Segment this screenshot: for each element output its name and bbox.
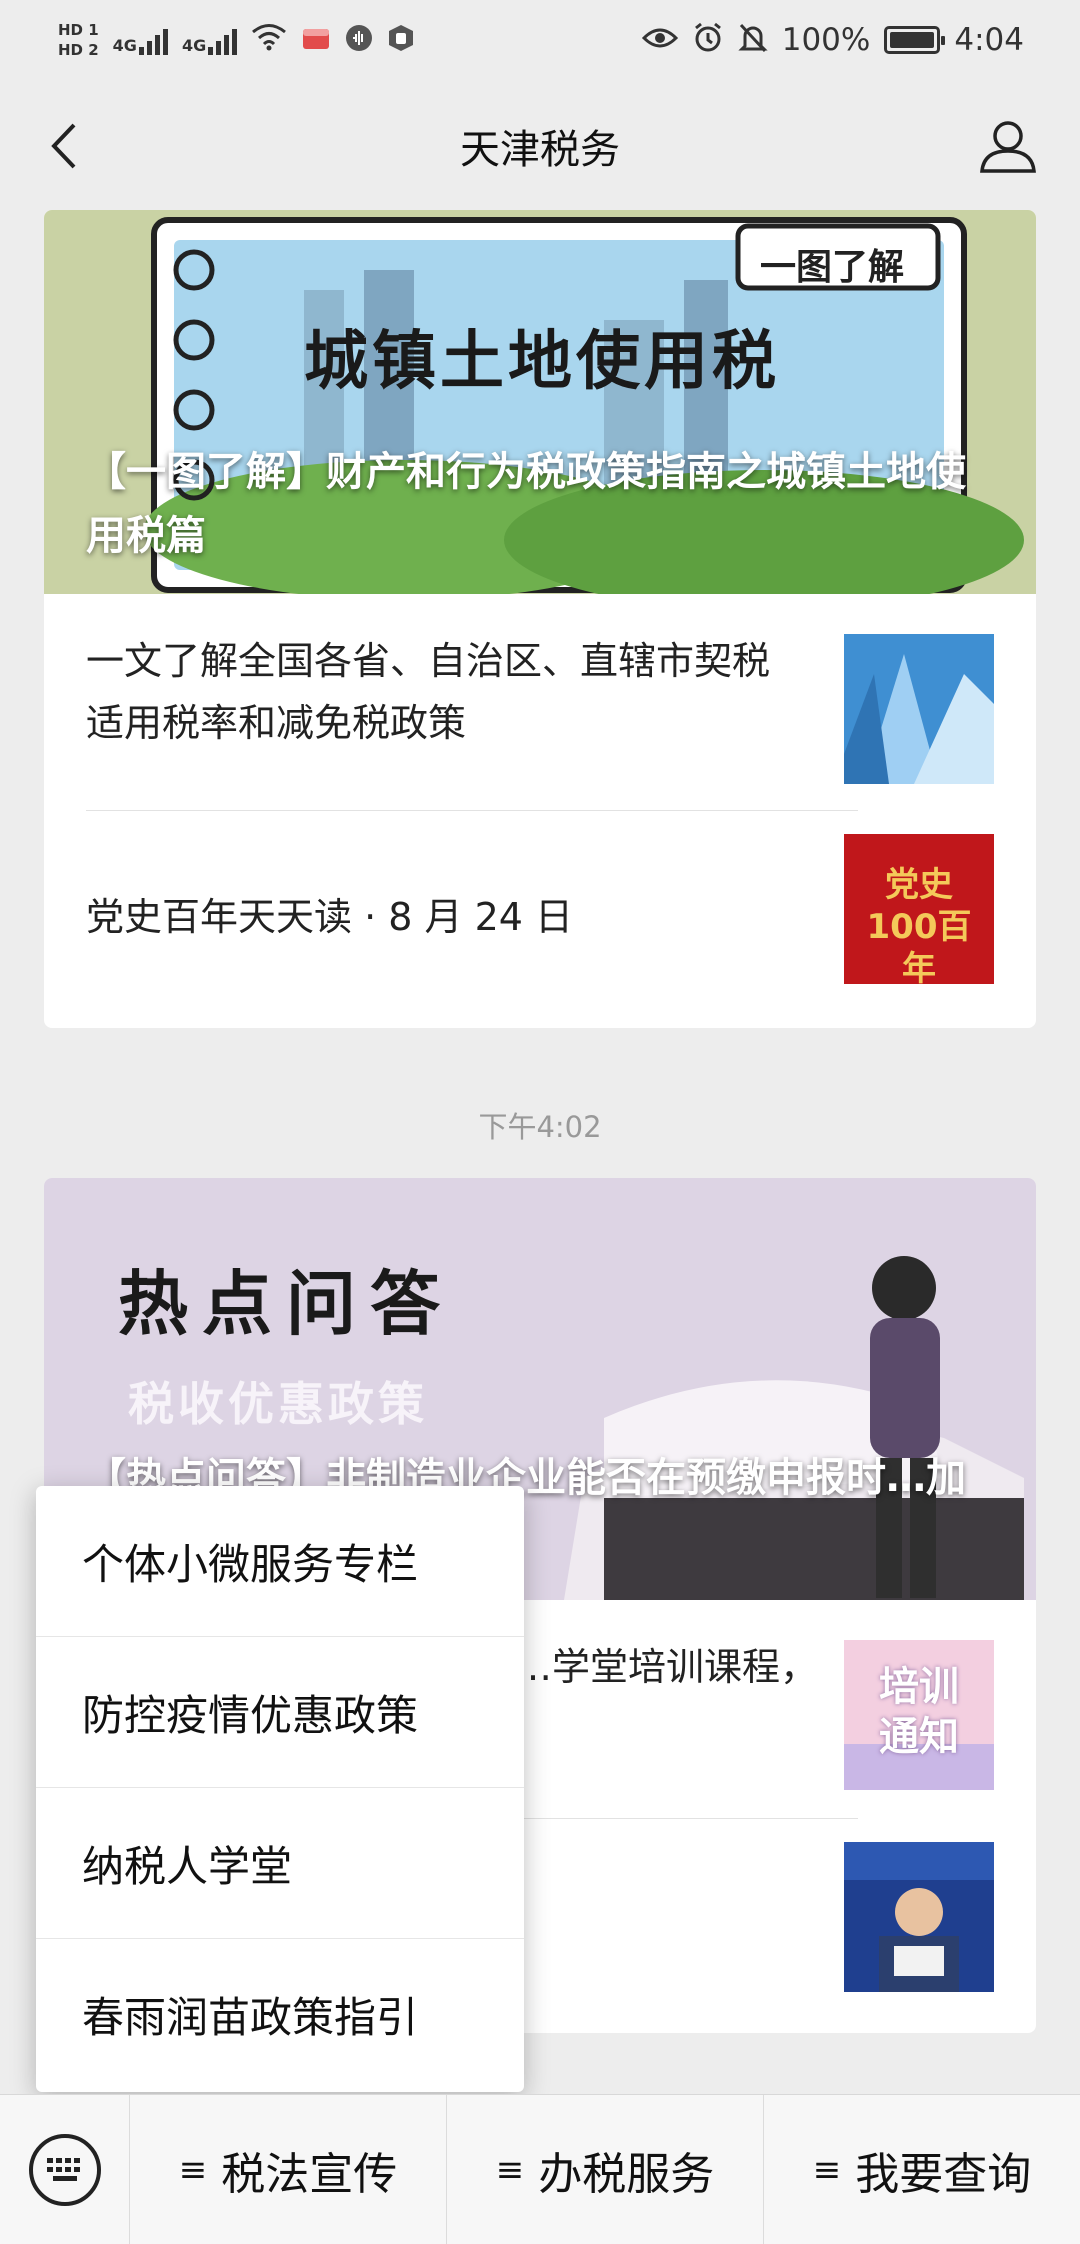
submenu-popup: 个体小微服务专栏 防控疫情优惠政策 纳税人学堂 春雨润苗政策指引 — [36, 1486, 524, 2092]
menu-lines-icon: ≡ — [495, 2149, 525, 2190]
article-card: 城镇土地使用税 一图了解 【一图了解】财产和行为税政策指南之城镇土地使用税篇 一… — [44, 210, 1036, 1028]
hero-art-subtitle: 税收优惠政策 — [128, 1377, 428, 1431]
battery-percent: 100% — [781, 22, 871, 58]
status-left: HD 1 HD 2 4G 4G — [58, 20, 415, 60]
menu-tab-query[interactable]: ≡ 我要查询 — [764, 2095, 1080, 2244]
chevron-left-icon — [51, 123, 76, 169]
audio-app-icon — [345, 24, 373, 56]
menu-tab-tax-law[interactable]: ≡ 税法宣传 — [130, 2094, 447, 2244]
keyboard-icon — [28, 2133, 101, 2206]
net2-label: 4G — [181, 36, 207, 55]
signal-bars-icon — [138, 25, 168, 55]
hd1-label: HD 1 — [58, 21, 99, 39]
notification-app-icon — [301, 25, 331, 55]
clock: 4:04 — [954, 22, 1024, 58]
menu-lines-icon: ≡ — [178, 2149, 208, 2190]
submenu-item[interactable]: 个体小微服务专栏 — [36, 1486, 524, 1637]
hero-art-title: 城镇土地使用税 — [304, 325, 780, 399]
battery-icon — [884, 26, 946, 54]
article-title: …学堂培训课程， — [514, 1645, 819, 1689]
article-thumbnail — [844, 1842, 994, 1992]
hero-art-title: 热点问答 — [118, 1263, 454, 1345]
message-timestamp: 下午4:02 — [478, 1110, 602, 1144]
net1-label: 4G — [112, 36, 137, 55]
menu-lines-icon: ≡ — [812, 2149, 842, 2190]
article-row[interactable]: 一文了解全国各省、自治区、直辖市契税适用税率和减免税政策 — [44, 594, 1036, 810]
signal-bars-icon — [208, 25, 238, 55]
profile-button[interactable] — [976, 114, 1040, 178]
article-row[interactable]: 党史百年天天读 · 8 月 24 日 党史100百年 — [44, 810, 1036, 1028]
hero-tag: 一图了解 — [760, 247, 905, 288]
article-thumbnail: 党史100百年 — [844, 834, 994, 984]
submenu-item[interactable]: 防控疫情优惠政策 — [36, 1637, 524, 1788]
thumbnail-text: 培训通知 — [879, 1664, 959, 1760]
user-icon — [980, 121, 1036, 173]
thumbnail-text: 党史100百年 — [866, 865, 972, 984]
hd2-label: HD 2 — [58, 41, 99, 59]
hero-article[interactable]: 城镇土地使用税 一图了解 【一图了解】财产和行为税政策指南之城镇土地使用税篇 — [44, 210, 1036, 594]
signal-1: 4G — [113, 25, 168, 55]
alarm-icon — [692, 22, 724, 58]
article-title: 一文了解全国各省、自治区、直辖市契税适用税率和减免税政策 — [86, 639, 771, 745]
signal-2: 4G — [181, 25, 238, 55]
mute-bell-icon — [738, 22, 768, 58]
menu-tab-tax-service[interactable]: ≡ 办税服务 — [447, 2094, 764, 2244]
article-title: 党史百年天天读 · 8 月 24 日 — [86, 895, 574, 939]
menu-tab-label: 税法宣传 — [221, 2148, 398, 2200]
hero-caption: 【一图了解】财产和行为税政策指南之城镇土地使用税篇 — [86, 449, 966, 559]
status-bar: HD 1 HD 2 4G 4G 100% 4:04 — [0, 0, 1080, 80]
submenu-item[interactable]: 春雨润苗政策指引 — [36, 1939, 524, 2090]
wifi-icon — [251, 23, 287, 57]
bottom-menu-bar: ≡ 税法宣传 ≡ 办税服务 ≡ 我要查询 — [0, 2094, 1080, 2244]
battery-fill — [890, 32, 935, 48]
menu-tab-label: 我要查询 — [855, 2148, 1032, 2200]
eye-icon — [641, 26, 678, 54]
page-title: 天津税务 — [460, 127, 620, 173]
keyboard-toggle-button[interactable] — [0, 2094, 130, 2244]
article-thumbnail — [844, 634, 994, 784]
back-button[interactable] — [36, 118, 92, 174]
hd-indicator: HD 1 HD 2 — [58, 20, 99, 60]
chat-header: 天津税务 — [0, 100, 1080, 192]
shield-app-icon — [387, 24, 415, 56]
menu-tab-label: 办税服务 — [538, 2148, 715, 2200]
article-thumbnail: 培训通知 — [844, 1640, 994, 1790]
submenu-item[interactable]: 纳税人学堂 — [36, 1788, 524, 1939]
status-right: 100% 4:04 — [641, 22, 1024, 58]
